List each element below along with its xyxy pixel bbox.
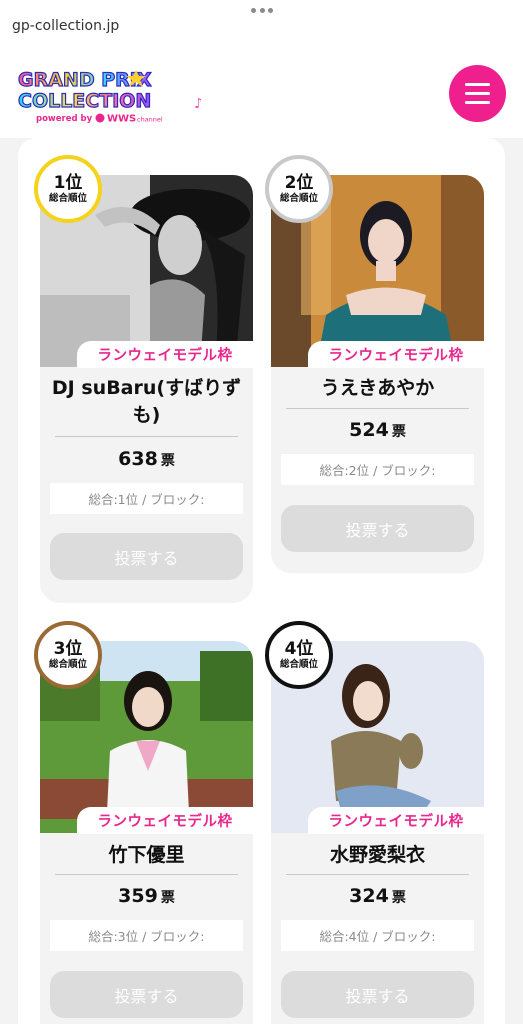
rank-badge: 4位 総合順位 bbox=[265, 621, 333, 689]
vote-button[interactable]: 投票する bbox=[281, 505, 474, 552]
more-options-icon[interactable] bbox=[251, 8, 273, 14]
rank-label: 総合順位 bbox=[48, 193, 87, 204]
vote-button[interactable]: 投票する bbox=[281, 971, 474, 1018]
vote-unit: 票 bbox=[160, 453, 175, 469]
candidate-name: DJ suBaru(すばりずも) bbox=[51, 377, 242, 426]
site-header: GRAND PRIX COLLECTION ♪ powered by WWS c… bbox=[0, 50, 523, 138]
rank-info: 総合:2位 / ブロック: bbox=[281, 454, 474, 485]
rank-number: 4位 bbox=[284, 639, 314, 659]
rank-info: 総合:1位 / ブロック: bbox=[50, 483, 243, 514]
vote-count: 359 票 bbox=[40, 885, 253, 907]
candidate-name: 竹下優里 bbox=[108, 844, 185, 866]
divider bbox=[55, 874, 238, 875]
svg-text:powered by: powered by bbox=[36, 114, 93, 124]
ranking-content: ランウェイモデル枠 1位 総合順位 DJ suBaru(すばりずも) 638 票 … bbox=[0, 138, 523, 1024]
menu-line-icon bbox=[465, 83, 490, 86]
rank-number: 2位 bbox=[284, 173, 314, 193]
vote-number: 638 bbox=[118, 448, 158, 470]
vote-count: 324 票 bbox=[271, 885, 484, 907]
rank-info: 総合:3位 / ブロック: bbox=[50, 920, 243, 951]
vote-button[interactable]: 投票する bbox=[50, 533, 243, 580]
candidate-card: ランウェイモデル枠 2位 総合順位 うえきあやか 524 票 総合:2位 / ブロ… bbox=[265, 155, 484, 573]
rank-label: 総合順位 bbox=[48, 659, 87, 670]
frame-tag: ランウェイモデル枠 bbox=[77, 807, 253, 834]
rank-number: 1位 bbox=[53, 173, 83, 193]
candidate-name: 水野愛梨衣 bbox=[329, 844, 425, 866]
site-logo[interactable]: GRAND PRIX COLLECTION ♪ powered by WWS c… bbox=[16, 64, 201, 126]
vote-number: 524 bbox=[349, 419, 389, 441]
divider bbox=[286, 874, 469, 875]
svg-text:♪: ♪ bbox=[194, 96, 201, 112]
vote-count: 638 票 bbox=[40, 448, 253, 470]
rank-badge: 2位 総合順位 bbox=[265, 155, 333, 223]
vote-number: 359 bbox=[118, 885, 158, 907]
menu-line-icon bbox=[465, 92, 490, 95]
rank-label: 総合順位 bbox=[279, 193, 318, 204]
frame-tag: ランウェイモデル枠 bbox=[77, 341, 253, 368]
svg-text:COLLECTION: COLLECTION bbox=[18, 90, 151, 112]
rank-badge: 3位 総合順位 bbox=[34, 621, 102, 689]
vote-count: 524 票 bbox=[271, 419, 484, 441]
rank-label: 総合順位 bbox=[279, 659, 318, 670]
vote-button[interactable]: 投票する bbox=[50, 971, 243, 1018]
hamburger-menu-button[interactable] bbox=[449, 65, 506, 122]
vote-unit: 票 bbox=[160, 890, 175, 906]
divider bbox=[55, 436, 238, 437]
vote-unit: 票 bbox=[391, 890, 406, 906]
divider bbox=[286, 408, 469, 409]
address-bar-url[interactable]: gp-collection.jp bbox=[12, 18, 119, 34]
vote-unit: 票 bbox=[391, 424, 406, 440]
frame-tag: ランウェイモデル枠 bbox=[308, 341, 484, 368]
ranking-panel: ランウェイモデル枠 1位 総合順位 DJ suBaru(すばりずも) 638 票 … bbox=[18, 138, 505, 1024]
candidate-name: うえきあやか bbox=[320, 377, 435, 399]
svg-text:channel: channel bbox=[137, 116, 163, 124]
rank-number: 3位 bbox=[53, 639, 83, 659]
menu-line-icon bbox=[465, 101, 490, 104]
frame-tag: ランウェイモデル枠 bbox=[308, 807, 484, 834]
vote-number: 324 bbox=[349, 885, 389, 907]
candidate-card: ランウェイモデル枠 3位 総合順位 竹下優里 359 票 総合:3位 / ブロック… bbox=[34, 621, 253, 1024]
svg-text:GRAND PRIX: GRAND PRIX bbox=[18, 69, 152, 91]
browser-chrome: gp-collection.jp bbox=[0, 0, 523, 50]
candidate-card: ランウェイモデル枠 4位 総合順位 水野愛梨衣 324 票 総合:4位 / ブロッ… bbox=[265, 621, 484, 1024]
rank-info: 総合:4位 / ブロック: bbox=[281, 920, 474, 951]
rank-badge: 1位 総合順位 bbox=[34, 155, 102, 223]
candidate-card: ランウェイモデル枠 1位 総合順位 DJ suBaru(すばりずも) 638 票 … bbox=[34, 155, 253, 603]
svg-text:WWS: WWS bbox=[107, 114, 136, 125]
